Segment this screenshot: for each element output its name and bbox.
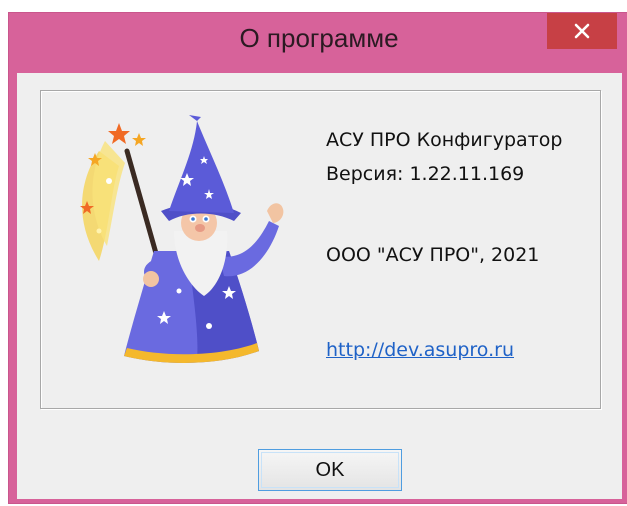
about-dialog: О программе АСУ ПРО Конфигуратор Версия:… bbox=[8, 12, 627, 504]
copyright-text: ООО "АСУ ПРО", 2021 bbox=[326, 244, 540, 266]
close-icon bbox=[574, 23, 590, 39]
website-link[interactable]: http://dev.asupro.ru bbox=[326, 339, 514, 361]
close-button[interactable] bbox=[547, 13, 617, 49]
info-panel: АСУ ПРО Конфигуратор Версия: 1.22.11.169… bbox=[40, 90, 601, 409]
version-text: Версия: 1.22.11.169 bbox=[326, 163, 525, 185]
ok-button-label: OK bbox=[315, 458, 345, 481]
window-title: О программе bbox=[239, 23, 399, 53]
wizard-illustration bbox=[80, 115, 284, 363]
product-name: АСУ ПРО Конфигуратор bbox=[326, 129, 563, 151]
title-bar[interactable]: О программе bbox=[9, 13, 627, 73]
dialog-body: АСУ ПРО Конфигуратор Версия: 1.22.11.169… bbox=[17, 73, 622, 499]
ok-button[interactable]: OK bbox=[258, 449, 402, 491]
